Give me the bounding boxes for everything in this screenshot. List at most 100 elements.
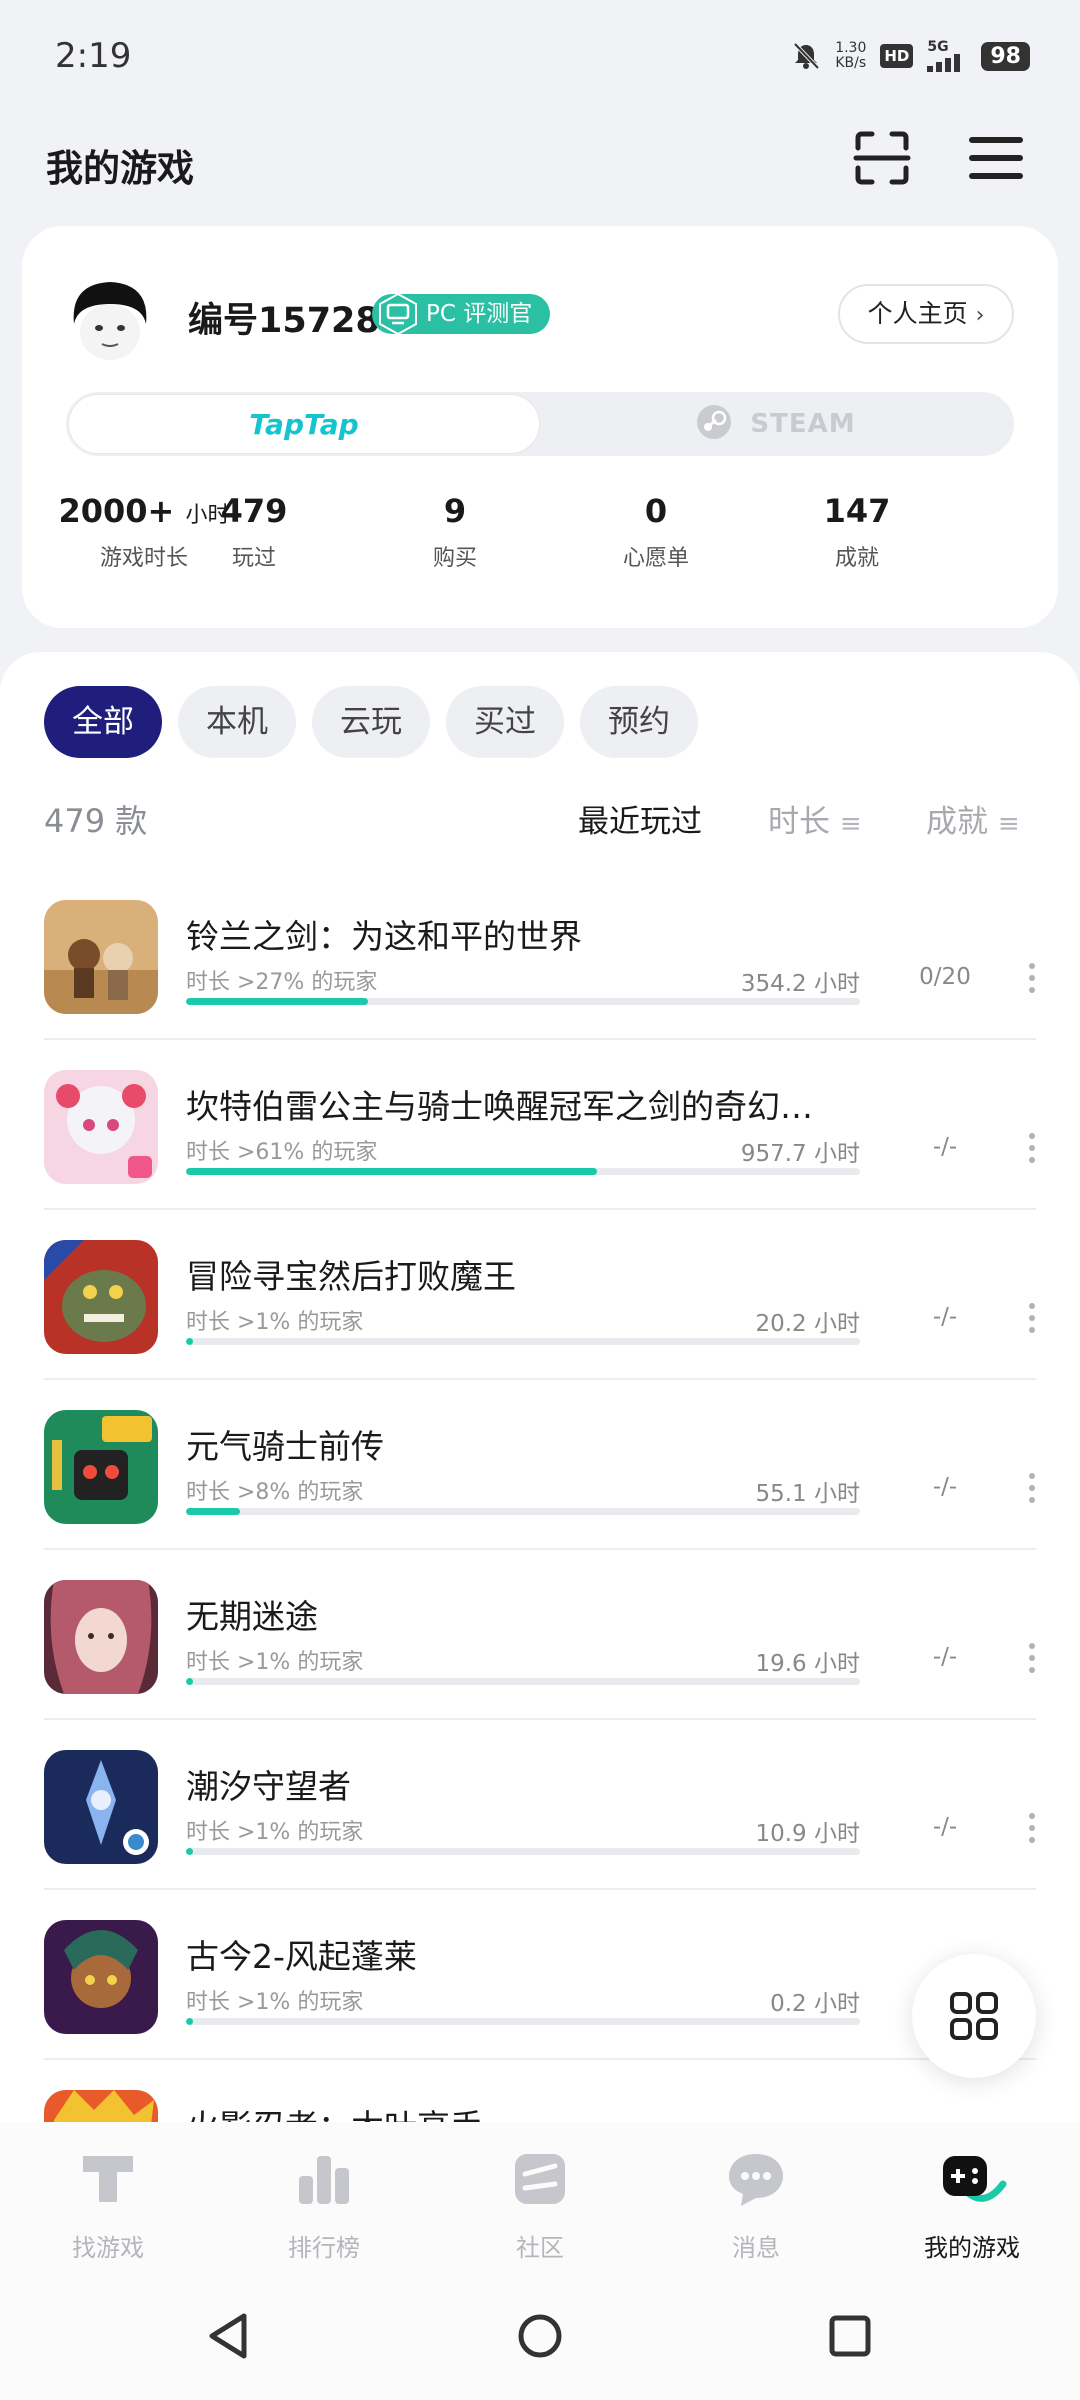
more-options-icon[interactable] [1020, 1298, 1044, 1338]
playtime-progress [186, 1338, 860, 1345]
progress-fill [186, 998, 368, 1005]
filter-local[interactable]: 本机 [178, 686, 296, 758]
sort-achievement-label: 成就 [926, 804, 988, 840]
game-count: 479 款 [44, 802, 148, 840]
system-nav [0, 2270, 1080, 2400]
sort-achievement[interactable]: 成就 ≡ [926, 796, 1020, 841]
progress-fill [186, 1678, 193, 1685]
playtime-progress [186, 1678, 860, 1685]
stat-played[interactable]: 479 玩过 [154, 492, 354, 572]
more-options-icon[interactable] [1020, 1128, 1044, 1168]
progress-fill [186, 1508, 240, 1515]
stats-row: 2000+ 小时 游戏时长 479 玩过 9 购买 0 心愿单 147 成就 [44, 492, 1036, 592]
grid-icon [950, 1992, 998, 2040]
find-games-icon [83, 2156, 133, 2202]
scan-icon[interactable] [852, 128, 912, 188]
avatar[interactable] [66, 274, 154, 362]
progress-fill [186, 2018, 193, 2025]
game-icon-gujin2 [44, 1920, 158, 2034]
stat-achievements[interactable]: 147 成就 [757, 492, 957, 572]
pc-badge-label: PC 评测官 [426, 301, 533, 327]
progress-fill [186, 1338, 193, 1345]
sort-duration-label: 时长 [768, 804, 830, 840]
more-options-icon[interactable] [1020, 1808, 1044, 1848]
chevron-right-icon: › [975, 303, 985, 328]
game-row[interactable]: 无期迷途 时长 >1% 的玩家 19.6 小时 -/- [0, 1550, 1080, 1720]
stat-label: 心愿单 [622, 546, 689, 571]
stat-value: 0 [644, 492, 668, 530]
tab-steam-label: STEAM [750, 409, 856, 439]
more-options-icon[interactable] [1020, 1468, 1044, 1508]
game-row[interactable]: 铃兰之剑：为这和平的世界 时长 >27% 的玩家 354.2 小时 0/20 [0, 870, 1080, 1040]
status-icons: 1.30 KB/s HD 5G 98 [791, 36, 1030, 76]
stat-wishlist[interactable]: 0 心愿单 [556, 492, 756, 572]
net-speed: 1.30 KB/s [835, 41, 866, 71]
signal-indicator: 5G [927, 40, 967, 72]
nav-label: 社区 [516, 2234, 564, 2262]
nav-messages[interactable]: 消息 [648, 2144, 864, 2263]
homepage-button[interactable]: 个人主页 › [838, 284, 1014, 344]
homepage-button-label: 个人主页 [867, 299, 968, 328]
nav-label: 消息 [732, 2234, 780, 2262]
playtime-progress [186, 998, 860, 1005]
my-games-page: 2:19 1.30 KB/s HD 5G 98 我的游戏 编号15728 PC … [0, 0, 1080, 2400]
game-row[interactable]: 元气骑士前传 时长 >8% 的玩家 55.1 小时 -/- [0, 1380, 1080, 1550]
nav-find-games[interactable]: 找游戏 [0, 2144, 216, 2263]
playtime-progress [186, 1168, 860, 1175]
nav-community[interactable]: 社区 [432, 2144, 648, 2263]
back-icon[interactable] [200, 2306, 260, 2366]
nav-my-games[interactable]: 我的游戏 [864, 2144, 1080, 2263]
mute-bell-icon [793, 42, 820, 70]
bottom-nav: 找游戏 排行榜 社区 消息 我的游戏 [0, 2122, 1080, 2270]
filter-cloud[interactable]: 云玩 [312, 686, 430, 758]
game-rank: 时长 >1% 的玩家 [186, 1310, 364, 1335]
status-bar: 2:19 1.30 KB/s HD 5G 98 [0, 0, 1080, 110]
game-name: 铃兰之剑：为这和平的世界 [186, 917, 582, 956]
game-achievement: -/- [932, 1644, 958, 1670]
page-title: 我的游戏 [46, 147, 194, 190]
more-options-icon[interactable] [1020, 958, 1044, 998]
game-icon-path-to-nowhere [44, 1580, 158, 1694]
nav-label: 我的游戏 [924, 2234, 1020, 2262]
playtime-progress [186, 1508, 860, 1515]
grid-menu-button[interactable] [912, 1954, 1036, 2078]
sort-recent[interactable]: 最近玩过 [578, 796, 702, 841]
game-achievement: 0/20 [919, 964, 971, 990]
menu-icon[interactable] [966, 128, 1026, 188]
filter-chips: 全部 本机 云玩 买过 预约 [44, 686, 698, 758]
stat-label: 购买 [432, 546, 477, 571]
more-options-icon[interactable] [1020, 1638, 1044, 1678]
sort-duration[interactable]: 时长 ≡ [768, 796, 862, 841]
home-icon[interactable] [510, 2306, 570, 2366]
games-panel: 全部 本机 云玩 买过 预约 479 款 最近玩过 时长 ≡ 成就 ≡ 铃兰之剑… [0, 652, 1080, 2204]
profile-card: 编号15728 PC 评测官 个人主页 › TapTap STEAM 2000+… [22, 226, 1058, 628]
stat-purchased[interactable]: 9 购买 [355, 492, 555, 572]
game-hours: 19.6 小时 [755, 1651, 860, 1677]
recents-icon[interactable] [820, 2306, 880, 2366]
tab-taptap[interactable]: TapTap [68, 394, 540, 454]
filter-reserved[interactable]: 预约 [580, 686, 698, 758]
game-row[interactable]: 冒险寻宝然后打败魔王 时长 >1% 的玩家 20.2 小时 -/- [0, 1210, 1080, 1380]
game-hours: 0.2 小时 [770, 1991, 860, 2017]
stat-value: 479 [220, 492, 288, 530]
game-row[interactable]: 坎特伯雷公主与骑士唤醒冠军之剑的奇幻… 时长 >61% 的玩家 957.7 小时… [0, 1040, 1080, 1210]
signal-bars-icon [927, 54, 961, 72]
game-rank: 时长 >27% 的玩家 [186, 970, 378, 995]
stat-value: 9 [443, 492, 467, 530]
steam-logo-icon [697, 404, 732, 439]
game-row[interactable]: 潮汐守望者 时长 >1% 的玩家 10.9 小时 -/- [0, 1720, 1080, 1890]
game-name: 元气骑士前传 [186, 1427, 384, 1466]
nav-ranking[interactable]: 排行榜 [216, 2144, 432, 2263]
net-speed-value: 1.30 [835, 40, 867, 56]
filter-all[interactable]: 全部 [44, 686, 162, 758]
game-hours: 10.9 小时 [755, 1821, 860, 1847]
filter-bought[interactable]: 买过 [446, 686, 564, 758]
tab-steam[interactable]: STEAM [540, 394, 1012, 454]
game-name: 坎特伯雷公主与骑士唤醒冠军之剑的奇幻… [186, 1087, 813, 1126]
game-icon-soul-knight [44, 1410, 158, 1524]
progress-fill [186, 1848, 193, 1855]
game-icon-canterbury [44, 1070, 158, 1184]
pc-reviewer-badge[interactable]: PC 评测官 [372, 292, 551, 336]
stat-value: 147 [823, 492, 891, 530]
status-time: 2:19 [55, 36, 132, 76]
